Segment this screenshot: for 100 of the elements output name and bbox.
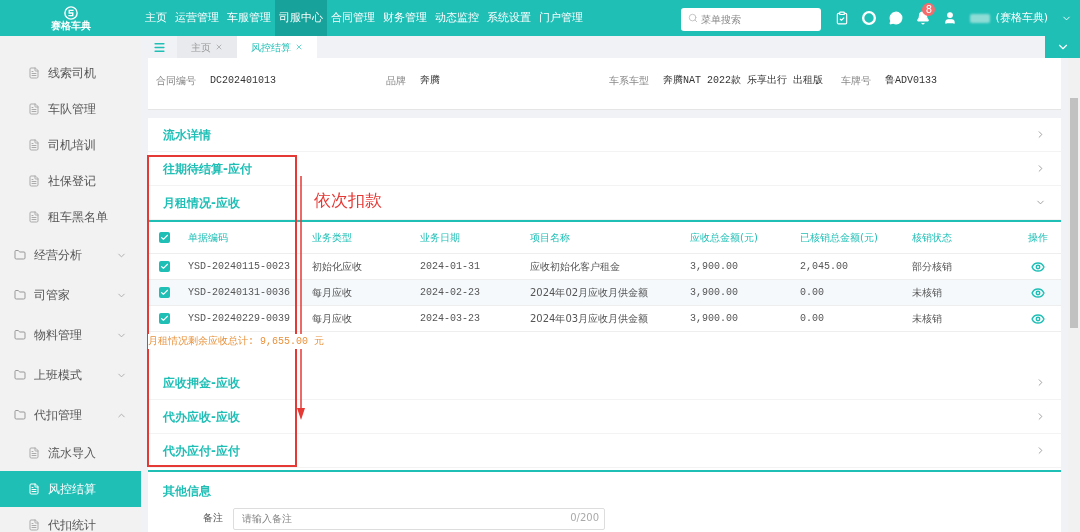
- blurred-username: [970, 13, 991, 23]
- page-tab[interactable]: 主页: [177, 36, 237, 58]
- checkbox[interactable]: [158, 313, 170, 324]
- nav-item[interactable]: 门户管理: [535, 0, 587, 36]
- table-cell-text: 未核销: [911, 286, 943, 300]
- table-cell-text: 3,900.00: [689, 260, 739, 274]
- folder-icon: [14, 409, 26, 421]
- table-cell-text: 2024-02-23: [419, 286, 481, 300]
- nav-item[interactable]: 动态监控: [431, 0, 483, 36]
- clipboard-icon[interactable]: [835, 11, 850, 25]
- close-icon[interactable]: [295, 43, 303, 51]
- nav-item[interactable]: 财务管理: [379, 0, 431, 36]
- user-org: (赛格车典): [995, 9, 1048, 26]
- document-icon: [28, 483, 40, 495]
- sidebar-group[interactable]: 司管家: [0, 275, 141, 315]
- field-label: 车系车型: [609, 74, 649, 88]
- field-value: 鲁ADV0133: [885, 74, 937, 88]
- sidebar-item[interactable]: 风控结算: [0, 471, 141, 507]
- nav-item[interactable]: 合同管理: [327, 0, 379, 36]
- checkbox[interactable]: [158, 287, 170, 298]
- table-cell-text: 未核销: [911, 312, 943, 326]
- folder-icon: [14, 289, 26, 301]
- folder-icon: [14, 329, 26, 341]
- folder-icon: [14, 369, 26, 381]
- sidebar-item[interactable]: 司机培训: [0, 127, 141, 163]
- nav-item[interactable]: 主页: [141, 0, 171, 36]
- table-cell-text: 2024年02月应收月供金额: [529, 286, 650, 300]
- document-icon: [28, 211, 40, 223]
- table-cell-text: YSD-20240115-0023: [187, 260, 292, 274]
- sidebar-item[interactable]: 租车黑名单: [0, 199, 141, 235]
- section-header[interactable]: 应收押金-应收: [148, 366, 1061, 400]
- table-cell-text: 0.00: [799, 286, 825, 300]
- view-icon[interactable]: [1030, 259, 1045, 274]
- table-cell-text: 0.00: [799, 312, 825, 326]
- table-cell-text: 2,045.00: [799, 260, 849, 274]
- view-icon[interactable]: [1030, 311, 1045, 326]
- close-icon[interactable]: [215, 43, 223, 51]
- table-cell-text: 3,900.00: [689, 286, 739, 300]
- document-icon: [28, 519, 40, 531]
- user-icon[interactable]: [943, 11, 958, 25]
- nav-item[interactable]: 车服管理: [223, 0, 275, 36]
- column-header: 业务日期: [419, 231, 461, 245]
- bell-icon[interactable]: [916, 11, 931, 25]
- logo-text: 赛格车典: [50, 20, 91, 31]
- field-label: 合同编号: [156, 74, 196, 88]
- table-cell-text: 每月应收: [311, 286, 353, 300]
- sidebar-item[interactable]: 社保登记: [0, 163, 141, 199]
- nav-item[interactable]: 运营管理: [171, 0, 223, 36]
- view-icon[interactable]: [1030, 285, 1045, 300]
- document-icon: [28, 103, 40, 115]
- field-label: 备注: [203, 510, 223, 525]
- table-cell-text: 2024-01-31: [419, 260, 481, 274]
- sidebar-group[interactable]: 物料管理: [0, 315, 141, 355]
- field-value: 奔腾: [420, 74, 440, 88]
- sidebar-group[interactable]: 上班模式: [0, 355, 141, 395]
- nav-item[interactable]: 系统设置: [483, 0, 535, 36]
- table-cell-text: 2024-03-23: [419, 312, 481, 326]
- char-counter: 0/200: [570, 511, 599, 525]
- column-header: 已核销总金额(元): [799, 231, 879, 245]
- field-label: 品牌: [386, 74, 406, 88]
- column-header: 操作: [1026, 231, 1049, 245]
- table-cell-text: 部分核销: [911, 260, 953, 274]
- table-cell-text: YSD-20240131-0036: [187, 286, 292, 300]
- table-cell-text: 3,900.00: [689, 312, 739, 326]
- ring-icon[interactable]: [862, 11, 877, 25]
- column-header: 应收总金额(元): [689, 231, 759, 245]
- page-tab[interactable]: 风控结算: [237, 36, 317, 58]
- table-cell-text: YSD-20240229-0039: [187, 312, 292, 326]
- table-cell-text: 应收初始化客户租金: [529, 260, 621, 274]
- tabs-dropdown-button[interactable]: [1045, 36, 1080, 58]
- annotation-text: 依次扣款: [314, 189, 382, 212]
- sidebar-item[interactable]: 线索司机: [0, 55, 141, 91]
- sidebar-item[interactable]: 车队管理: [0, 91, 141, 127]
- chat-icon[interactable]: [889, 11, 904, 25]
- checkbox[interactable]: [158, 232, 170, 243]
- document-icon: [28, 175, 40, 187]
- search-field[interactable]: 菜单搜索: [681, 7, 822, 31]
- sidebar-item[interactable]: 流水导入: [0, 435, 141, 471]
- sidebar-group[interactable]: 经营分析: [0, 235, 141, 275]
- section-header[interactable]: 代办应收-应收: [148, 400, 1061, 434]
- table-cell-text: 初始化应收: [311, 260, 363, 274]
- menu-icon[interactable]: [152, 40, 166, 54]
- column-header: 单据编码: [187, 231, 229, 245]
- section-header[interactable]: 往期待结算-应付: [148, 152, 1061, 186]
- sidebar-item[interactable]: 代扣统计: [0, 507, 141, 532]
- field-value: 奔腾NAT 2022款 乐享出行 出租版: [663, 73, 823, 88]
- sidebar-group[interactable]: 代扣管理: [0, 395, 141, 435]
- table-cell-text: 每月应收: [311, 312, 353, 326]
- document-icon: [28, 447, 40, 459]
- folder-icon: [14, 249, 26, 261]
- logo-icon: [62, 5, 79, 20]
- column-header: 业务类型: [311, 231, 353, 245]
- document-icon: [28, 139, 40, 151]
- section-header[interactable]: 流水详情: [148, 118, 1061, 152]
- nav-item[interactable]: 司服中心: [275, 0, 327, 36]
- section-header[interactable]: 代办应付-应付: [148, 434, 1061, 468]
- column-header: 项目名称: [529, 231, 571, 245]
- document-icon: [28, 67, 40, 79]
- summary-text: 月租情况剩余应收总计: 9,655.00 元: [148, 333, 324, 349]
- checkbox[interactable]: [158, 261, 170, 272]
